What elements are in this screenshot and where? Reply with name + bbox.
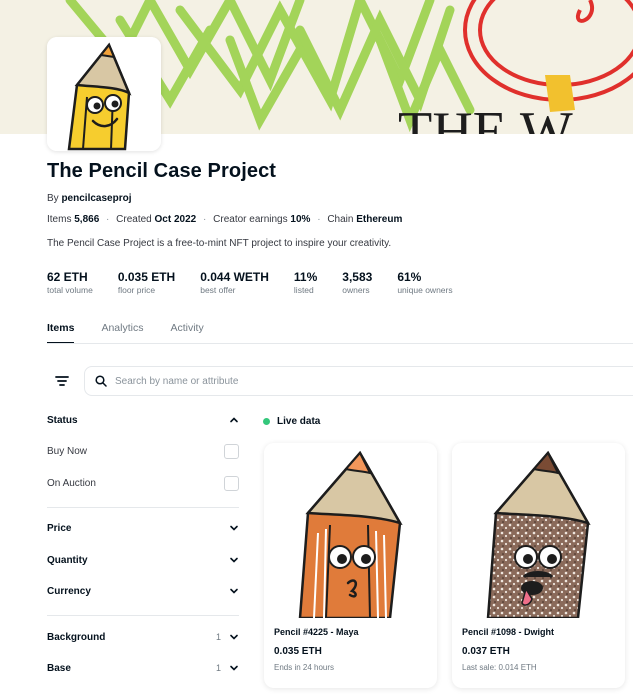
nft-price: 0.035 ETH (274, 646, 322, 657)
search-icon (95, 375, 107, 387)
nft-image (452, 443, 625, 620)
collection-stats: 62 ETH total volume 0.035 ETH floor pric… (47, 270, 478, 295)
chevron-up-icon (230, 417, 238, 423)
creator-byline: By pencilcaseproj (47, 193, 131, 204)
meta-separator: · (317, 214, 321, 225)
tab-activity[interactable]: Activity (170, 322, 203, 344)
filter-option-label: Buy Now (47, 445, 88, 457)
created-label: Created (116, 214, 152, 225)
pencil-maya-image (298, 450, 403, 620)
nft-card[interactable]: Pencil #4225 - Maya 0.035 ETH Ends in 24… (264, 443, 437, 688)
stat-label: total volume (47, 285, 93, 295)
meta-separator: · (203, 214, 207, 225)
collection-avatar[interactable] (47, 37, 161, 151)
stat-label: listed (293, 285, 314, 295)
chevron-down-icon (230, 525, 238, 531)
chevron-down-icon (230, 557, 238, 563)
filter-icon (55, 376, 69, 386)
nft-image (264, 443, 437, 620)
nft-price: 0.037 ETH (462, 646, 510, 657)
nft-subtext: Ends in 24 hours (274, 663, 335, 672)
filter-section-label: Base (47, 662, 71, 674)
chain-value: Ethereum (356, 214, 403, 225)
filter-section-price[interactable]: Price (47, 518, 239, 538)
filter-section-label: Price (47, 522, 72, 534)
banner-text: THE W (398, 101, 573, 134)
pencil-dwight-image (486, 450, 591, 620)
meta-separator: · (106, 214, 110, 225)
stat-floor-price[interactable]: 0.035 ETH floor price (118, 270, 175, 295)
stat-value: 0.035 ETH (117, 270, 176, 284)
stat-unique-owners[interactable]: 61% unique owners (397, 270, 452, 295)
filter-section-label: Currency (47, 585, 91, 597)
earnings-label: Creator earnings (213, 214, 288, 225)
filter-section-currency[interactable]: Currency (47, 581, 239, 601)
filter-section-label: Status (47, 414, 78, 426)
nft-card[interactable]: Pencil #1098 - Dwight 0.037 ETH Last sal… (452, 443, 625, 688)
filter-section-base[interactable]: Base 1 (47, 658, 239, 678)
chevron-down-icon (230, 588, 238, 594)
stat-value: 11% (293, 270, 318, 284)
search-input[interactable] (115, 371, 595, 391)
live-data-label: Live data (277, 416, 321, 427)
filter-option-buy-now[interactable]: Buy Now (47, 441, 239, 461)
created-value: Oct 2022 (154, 214, 197, 225)
stat-label: owners (342, 285, 370, 295)
stat-label: floor price (117, 285, 156, 295)
search-bar (84, 366, 633, 396)
collection-meta: Items 5,866 · Created Oct 2022 · Creator… (47, 214, 402, 225)
tab-items[interactable]: Items (47, 322, 75, 344)
stat-value: 3,583 (342, 270, 373, 284)
creator-link[interactable]: pencilcaseproj (61, 193, 131, 204)
live-status-dot (263, 418, 270, 425)
collection-tabs: Items Analytics Activity (47, 322, 231, 344)
chevron-down-icon (230, 665, 238, 671)
filter-option-on-auction[interactable]: On Auction (47, 473, 239, 493)
stat-label: best offer (200, 285, 236, 295)
filter-toggle-button[interactable] (51, 370, 73, 392)
stat-label: unique owners (397, 285, 453, 295)
live-data-indicator: Live data (263, 416, 320, 427)
trait-count: 1 (215, 632, 221, 642)
stat-owners[interactable]: 3,583 owners (342, 270, 372, 295)
stat-best-offer[interactable]: 0.044 WETH best offer (200, 270, 269, 295)
stat-value: 0.044 WETH (200, 270, 269, 284)
nft-name: Pencil #1098 - Dwight (462, 627, 555, 637)
collection-description: The Pencil Case Project is a free-to-min… (47, 238, 392, 249)
buy-now-checkbox[interactable] (224, 443, 239, 459)
filter-section-quantity[interactable]: Quantity (47, 550, 239, 570)
earnings-value: 10% (290, 214, 311, 225)
filter-section-status[interactable]: Status (47, 410, 239, 430)
tabs-divider (47, 343, 633, 344)
filter-divider (47, 507, 239, 508)
stat-value: 61% (397, 270, 422, 284)
filter-section-label: Quantity (47, 554, 88, 566)
by-prefix: By (47, 193, 59, 204)
chevron-down-icon (230, 634, 238, 640)
stat-value: 62 ETH (47, 270, 88, 284)
collection-title: The Pencil Case Project (47, 160, 277, 182)
pencil-avatar-image (47, 37, 161, 151)
filter-section-label: Background (47, 631, 106, 643)
stat-total-volume[interactable]: 62 ETH total volume (47, 270, 93, 295)
stat-listed[interactable]: 11% listed (294, 270, 317, 295)
filter-divider (47, 615, 239, 616)
items-value: 5,866 (74, 214, 100, 225)
trait-count: 1 (215, 663, 221, 673)
nft-subtext: Last sale: 0.014 ETH (462, 663, 537, 672)
filter-option-label: On Auction (47, 477, 96, 489)
chain-label: Chain (327, 214, 354, 225)
items-label: Items (47, 214, 72, 225)
filter-section-background[interactable]: Background 1 (47, 627, 239, 647)
on-auction-checkbox[interactable] (224, 475, 239, 491)
tab-analytics[interactable]: Analytics (101, 322, 143, 344)
nft-name: Pencil #4225 - Maya (274, 627, 359, 637)
